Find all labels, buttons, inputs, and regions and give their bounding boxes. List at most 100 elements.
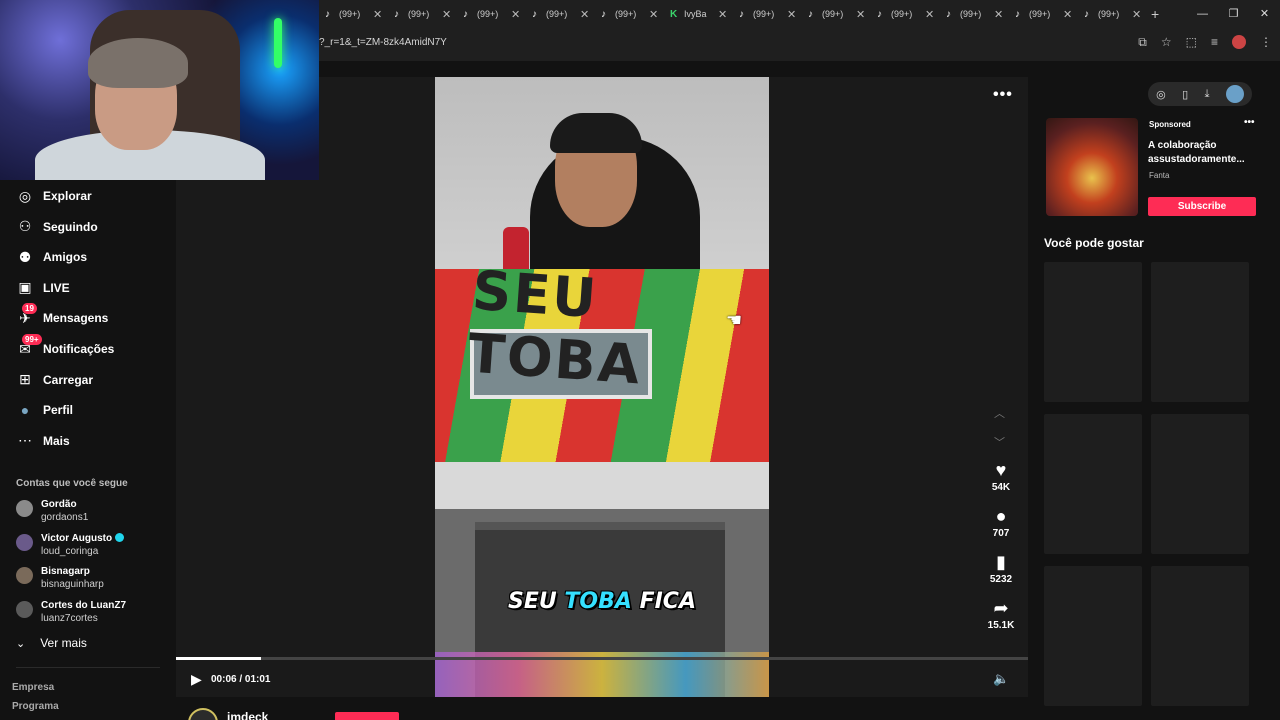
coin-icon[interactable]: ◎ <box>1156 88 1166 101</box>
tab-close-icon[interactable]: ✕ <box>718 8 727 21</box>
device-icon[interactable]: ▯ <box>1182 88 1188 101</box>
suggested-video-thumbnail[interactable] <box>1044 262 1142 402</box>
browser-tab[interactable]: ♪ (99+) ✕ <box>388 0 457 28</box>
follow-author-button[interactable] <box>335 712 399 720</box>
address-bar[interactable]: ?_r=1&_t=ZM-8zk4AmidN7Y ⧉ ☆ ⬚ ≡ ⋮ <box>319 32 1280 56</box>
minimize-icon[interactable]: — <box>1187 0 1218 28</box>
suggestions-header: Você pode gostar <box>1044 236 1144 250</box>
sidebar-item-seguindo[interactable]: ⚇ Seguindo <box>16 216 98 238</box>
user-follow-icon: ⚇ <box>18 218 32 235</box>
browser-tab[interactable]: ♪ (99+) ✕ <box>457 0 526 28</box>
suggested-video-thumbnail[interactable] <box>1151 262 1249 402</box>
followed-account[interactable]: Victor Augusto loud_coringa <box>16 532 125 558</box>
browser-tab[interactable]: K IvyBa ✕ <box>664 0 733 28</box>
tab-close-icon[interactable]: ✕ <box>442 8 451 21</box>
bookmark-icon[interactable]: ▮ <box>985 552 1017 572</box>
ad-brand: Fanta <box>1149 171 1170 180</box>
comment-icon[interactable]: ● <box>985 506 1017 526</box>
followed-account[interactable]: Bisnagarp bisnaguinharp <box>16 565 104 591</box>
sidebar-item-mais[interactable]: ⋯ Mais <box>16 430 70 452</box>
suggested-video-thumbnail[interactable] <box>1044 414 1142 554</box>
sidebar-item-perfil[interactable]: ● Perfil <box>16 399 73 421</box>
browser-menu-icon[interactable]: ⋮ <box>1260 35 1272 50</box>
browser-tab[interactable]: ♪ (99+) ✕ <box>319 0 388 28</box>
sidebar-item-mensagens[interactable]: ✈ 19 Mensagens <box>16 303 108 329</box>
footer-link-program[interactable]: Programa <box>12 701 59 712</box>
ad-thumbnail[interactable] <box>1046 118 1138 216</box>
sidebar-item-label: Mais <box>43 433 70 448</box>
tab-close-icon[interactable]: ✕ <box>787 8 796 21</box>
close-window-icon[interactable]: ✕ <box>1249 0 1280 28</box>
ad-subscribe-button[interactable]: Subscribe <box>1148 197 1256 216</box>
tab-close-icon[interactable]: ✕ <box>925 8 934 21</box>
video-store-sign: SEU TOBA <box>465 258 644 397</box>
volume-icon[interactable]: 🔈 <box>993 671 1009 687</box>
browser-tab[interactable]: ♪ (99+) ✕ <box>802 0 871 28</box>
suggested-video-thumbnail[interactable] <box>1044 566 1142 706</box>
sidebar-item-label: LIVE <box>43 280 70 295</box>
followed-account[interactable]: Gordão gordaons1 <box>16 498 88 524</box>
browser-tab[interactable]: ♪ (99+) ✕ <box>526 0 595 28</box>
see-more-button[interactable]: ⌄ Ver mais <box>16 636 87 650</box>
browser-tab[interactable]: ♪ (99+) ✕ <box>871 0 940 28</box>
play-icon[interactable]: ▶ <box>191 671 202 688</box>
tab-title: IvyBa <box>684 9 707 19</box>
suggested-video-thumbnail[interactable] <box>1151 566 1249 706</box>
share-icon[interactable]: ➦ <box>985 598 1017 618</box>
ad-more-icon[interactable]: ••• <box>1244 117 1255 128</box>
followed-account[interactable]: Cortes do LuanZ7 luanz7cortes <box>16 599 126 625</box>
action-share[interactable]: ➦ 15.1K <box>985 598 1017 631</box>
sidebar-item-label: Amigos <box>43 250 88 265</box>
tab-close-icon[interactable]: ✕ <box>580 8 589 21</box>
tab-close-icon[interactable]: ✕ <box>994 8 1003 21</box>
ad-title[interactable]: A colaboração assustadoramente... <box>1148 139 1248 167</box>
tab-title: (99+) <box>339 9 361 19</box>
streamer-hair <box>88 38 188 88</box>
url-text[interactable]: ?_r=1&_t=ZM-8zk4AmidN7Y <box>319 37 447 48</box>
browser-tab[interactable]: ♪ (99+) ✕ <box>595 0 664 28</box>
browser-tab[interactable]: ♪ (99+) ✕ <box>1009 0 1078 28</box>
sidebar-item-notificaes[interactable]: ✉ 99+ Notificações <box>16 334 114 360</box>
media-control-icon[interactable]: ≡ <box>1211 35 1218 50</box>
action-comment[interactable]: ● 707 <box>985 506 1017 539</box>
footer-link-company[interactable]: Empresa <box>12 682 54 693</box>
extensions-icon[interactable]: ⬚ <box>1186 35 1197 50</box>
next-video-icon[interactable]: ﹀ <box>994 434 1005 450</box>
browser-tab[interactable]: ♪ (99+) ✕ <box>1078 0 1147 28</box>
video-progress-bar[interactable] <box>176 657 1028 660</box>
suggested-video-thumbnail[interactable] <box>1151 414 1249 554</box>
account-name-text: Bisnagarp <box>41 566 90 577</box>
install-app-icon[interactable]: ⧉ <box>1138 35 1147 50</box>
bookmark-star-icon[interactable]: ☆ <box>1161 35 1172 50</box>
previous-video-icon[interactable]: ︿ <box>994 405 1005 421</box>
sidebar-item-explorar[interactable]: ◎ Explorar <box>16 185 92 207</box>
video-more-icon[interactable]: ••• <box>993 86 1013 104</box>
caption-part-2: FICA <box>631 589 696 614</box>
account-text: Cortes do LuanZ7 luanz7cortes <box>41 599 126 625</box>
browser-tab[interactable]: ♪ (99+) ✕ <box>733 0 802 28</box>
author-name[interactable]: imdeck <box>227 710 268 720</box>
account-name-text: Gordão <box>41 499 77 510</box>
kick-icon: K <box>670 8 678 20</box>
sidebar-item-amigos[interactable]: ⚉ Amigos <box>16 246 87 268</box>
tab-close-icon[interactable]: ✕ <box>856 8 865 21</box>
download-icon[interactable]: ⤓ <box>1205 88 1210 101</box>
tab-close-icon[interactable]: ✕ <box>1132 8 1141 21</box>
new-tab-icon[interactable]: + <box>1151 6 1159 22</box>
tab-close-icon[interactable]: ✕ <box>1063 8 1072 21</box>
author-avatar[interactable] <box>188 708 218 720</box>
browser-tab[interactable]: ♪ (99+) ✕ <box>940 0 1009 28</box>
action-heart[interactable]: ♥ 54K <box>985 460 1017 493</box>
user-avatar[interactable] <box>1225 85 1244 103</box>
heart-icon[interactable]: ♥ <box>985 460 1017 480</box>
tab-close-icon[interactable]: ✕ <box>373 8 382 21</box>
sidebar-item-live[interactable]: ▣ LIVE <box>16 277 70 299</box>
restore-icon[interactable]: ❐ <box>1218 0 1249 28</box>
action-bookmark[interactable]: ▮ 5232 <box>985 552 1017 585</box>
tab-close-icon[interactable]: ✕ <box>649 8 658 21</box>
following-header: Contas que você segue <box>16 478 128 489</box>
video-player[interactable]: SEU TOBA SEU TOBA FICA <box>435 77 769 697</box>
tab-close-icon[interactable]: ✕ <box>511 8 520 21</box>
browser-profile-avatar[interactable] <box>1232 35 1246 49</box>
sidebar-item-carregar[interactable]: ⊞ Carregar <box>16 369 93 391</box>
